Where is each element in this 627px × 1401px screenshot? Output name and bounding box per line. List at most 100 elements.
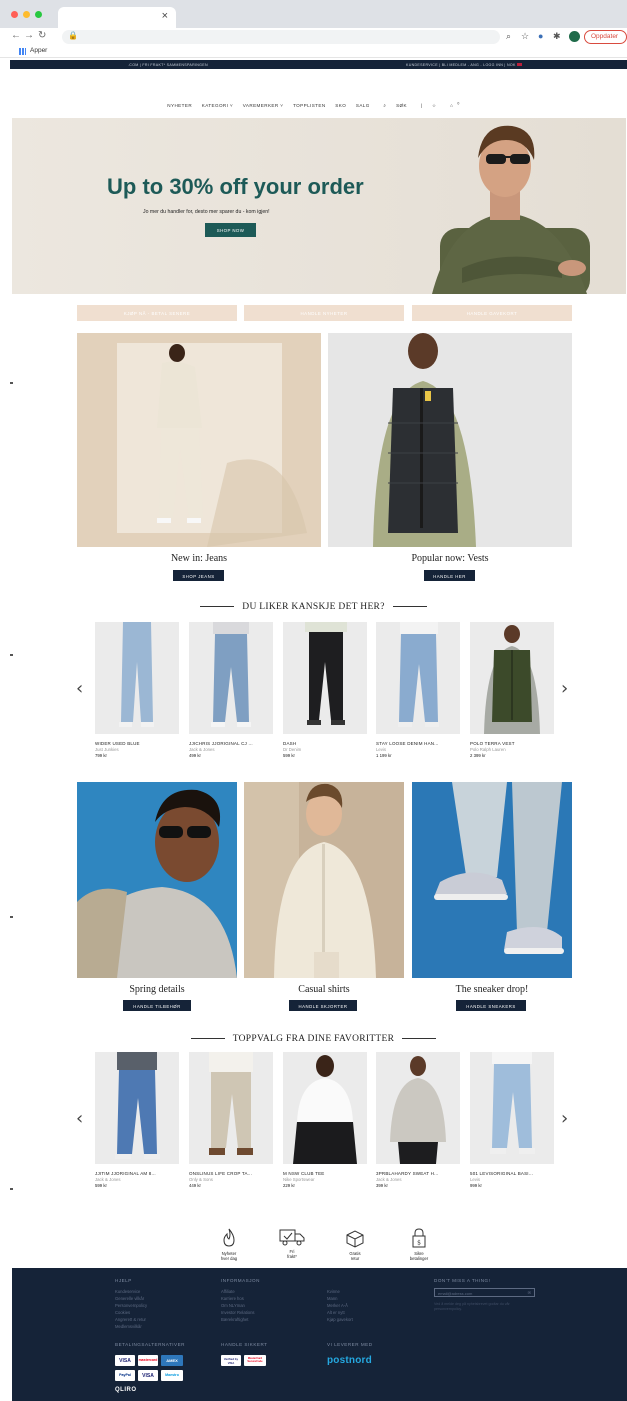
nav-news[interactable]: NYHETER: [167, 103, 192, 108]
puzzle-extensions-icon[interactable]: ✱: [553, 31, 561, 42]
shop-sneakers-button[interactable]: HANDLE SNEAKERS: [456, 1000, 526, 1011]
norway-flag-icon: [516, 62, 522, 67]
footer-link[interactable]: Angrerett & retur: [115, 1316, 147, 1323]
product-image: [95, 1052, 179, 1164]
footer-link[interactable]: Om NLYman: [221, 1302, 260, 1309]
nav-category[interactable]: KATEGORI ˅: [202, 103, 233, 108]
footer-link[interactable]: Kvinne: [327, 1288, 353, 1295]
nav-brands[interactable]: VAREMERKER ˅: [243, 103, 284, 108]
favorites-next-arrow-icon[interactable]: ›: [561, 1108, 568, 1129]
product-name: POLO TERRA VEST: [470, 741, 515, 746]
update-browser-button[interactable]: Oppdater: [584, 30, 627, 44]
hero-banner[interactable]: Up to 30% off your order Jo mer du handl…: [12, 118, 626, 294]
nav-sale[interactable]: SALG: [356, 103, 370, 108]
footer-link[interactable]: Kundeservice: [115, 1288, 147, 1295]
apps-grid-icon[interactable]: [19, 48, 26, 55]
newsletter-email-input[interactable]: email@adress.com ✉: [434, 1288, 535, 1297]
reload-icon[interactable]: ↻: [38, 30, 46, 41]
product-brand: Just Junkies: [95, 747, 119, 752]
recommend-product[interactable]: STAY LOOSE DENIM HAN... Levis 1 199 kr: [376, 622, 460, 758]
footer-link[interactable]: Karriere hos: [221, 1295, 260, 1302]
category-sneakers-image[interactable]: [412, 782, 572, 978]
recommend-title-text: DU LIKER KANSKJE DET HER?: [242, 602, 385, 612]
title-rule-right: [402, 1038, 437, 1040]
recommend-product[interactable]: WIDER USED BLUE Just Junkies 799 kr: [95, 622, 179, 758]
footer-link[interactable]: Cookies: [115, 1309, 147, 1316]
close-tab-icon[interactable]: ×: [162, 10, 168, 22]
pill-gift-card[interactable]: HANDLE GAVEKORT: [412, 305, 572, 321]
footer-help-column: HJELP Kundeservice Generelle vilkår Pers…: [115, 1278, 147, 1330]
account-links[interactable]: KUNDESERVICE | BLI MEDLEM - ANG - LOGG I…: [406, 63, 522, 67]
footer-link[interactable]: Personvernpolicy: [115, 1302, 147, 1309]
recommend-product[interactable]: JJICHRIS JJORIGINAL CJ ... Jack & Jones …: [189, 622, 273, 758]
minimize-window-icon[interactable]: [23, 11, 30, 18]
recommend-prev-arrow-icon[interactable]: ‹: [76, 678, 83, 699]
shop-accessories-button[interactable]: HANDLE TILBEHØR: [123, 1000, 191, 1011]
nav-search[interactable]: ⌕ SØK: [379, 103, 411, 108]
recommend-product[interactable]: DASH Dr Denim 599 kr: [283, 622, 367, 758]
feature-vests-image[interactable]: [328, 333, 572, 547]
product-brand: Levis: [470, 1177, 481, 1182]
flame-icon: [223, 1228, 235, 1247]
footer-link[interactable]: Bærekraftighet: [221, 1316, 260, 1323]
shop-now-button[interactable]: SHOP NOW: [205, 223, 256, 237]
favorite-product[interactable]: 3PRBLAHARDY SWEAT H... Jack & Jones 399 …: [376, 1052, 460, 1188]
footer-secure-title: HANDLE SIKKERT: [221, 1342, 267, 1352]
maestro-icon: Maestro: [161, 1370, 183, 1381]
shop-jeans-button[interactable]: SHOP JEANS: [173, 570, 224, 581]
category-accessories-image[interactable]: [77, 782, 237, 978]
zoom-icon[interactable]: ⌕: [506, 31, 511, 42]
category-shirts-image[interactable]: [244, 782, 404, 978]
favorites-title: TOPPVALG FRA DINE FAVORITTER: [0, 1034, 627, 1044]
pill-shop-news[interactable]: HANDLE NYHETER: [244, 305, 404, 321]
visa-electron-icon: VISA: [138, 1370, 158, 1381]
favorite-product[interactable]: 501 LEVISORIGINAL BASI... Levis 999 kr: [470, 1052, 554, 1188]
pill-pay-later[interactable]: KJØP NÅ - BETAL SENERE: [77, 305, 237, 321]
nav-toplist[interactable]: TOPPLISTEN: [293, 103, 326, 108]
email-placeholder: email@adress.com: [438, 1290, 473, 1296]
wishlist-star-icon[interactable]: ☆: [432, 103, 437, 108]
vest-model-image: [373, 333, 476, 547]
footer-link[interactable]: Mann: [327, 1295, 353, 1302]
usp-free-shipping: Fri frakt*: [270, 1228, 314, 1259]
usp-label: Sikre betalinger: [409, 1251, 429, 1261]
nav-shoes[interactable]: SKO: [335, 103, 346, 108]
maximize-window-icon[interactable]: [35, 11, 42, 18]
product-name: 3PRBLAHARDY SWEAT H...: [376, 1171, 439, 1176]
back-arrow-icon[interactable]: ←: [11, 30, 21, 41]
footer-link[interactable]: Kjøp gavekort: [327, 1316, 353, 1323]
mail-envelope-icon[interactable]: ✉: [528, 1290, 531, 1295]
footer-link[interactable]: Merker A-Å: [327, 1302, 353, 1309]
shirt-model-image: [244, 782, 376, 978]
favorites-prev-arrow-icon[interactable]: ‹: [76, 1108, 83, 1129]
forward-arrow-icon[interactable]: →: [24, 30, 34, 41]
footer-link[interactable]: Investor Relations: [221, 1309, 260, 1316]
browser-tab[interactable]: ×: [58, 7, 176, 28]
recommend-next-arrow-icon[interactable]: ›: [561, 678, 568, 699]
footer-link[interactable]: Medlemsvilkår: [115, 1323, 147, 1330]
product-price: 599 kr: [283, 753, 295, 758]
product-name: DASH: [283, 741, 297, 746]
shop-vests-button[interactable]: HANDLE HER: [424, 570, 475, 581]
footer-link[interactable]: Generelle vilkår: [115, 1295, 147, 1302]
close-window-icon[interactable]: [11, 11, 18, 18]
favorite-product[interactable]: JJITIM JJORIGINAL AM 8... Jack & Jones 5…: [95, 1052, 179, 1188]
favorite-product[interactable]: ONSLINUS LIFE CROP TA... Only & Sons 449…: [189, 1052, 273, 1188]
apps-bookmark[interactable]: Apper: [30, 47, 47, 54]
extension-icon[interactable]: ●: [538, 31, 543, 41]
cart-button[interactable]: ⌂ 0: [446, 101, 460, 108]
shop-shirts-button[interactable]: HANDLE SKJORTER: [289, 1000, 357, 1011]
hero-subtitle: Jo mer du handler for, desto mer sparer …: [143, 209, 270, 215]
product-name: WIDER USED BLUE: [95, 741, 140, 746]
address-bar[interactable]: 🔒: [62, 30, 500, 44]
bookmark-star-icon[interactable]: ☆: [521, 31, 529, 42]
product-image: [189, 1052, 273, 1164]
recommend-product[interactable]: POLO TERRA VEST Polo Ralph Lauren 2 399 …: [470, 622, 554, 758]
footer-link[interactable]: Affiliate: [221, 1288, 260, 1295]
browser-tab-strip: ×: [0, 0, 627, 28]
profile-avatar[interactable]: [569, 31, 580, 42]
footer-link[interactable]: Alt er nytt: [327, 1309, 353, 1316]
feature-jeans-image[interactable]: [77, 333, 321, 547]
side-marker: [10, 654, 13, 656]
favorite-product[interactable]: M NSW CLUB TEE Nike Sportswear 229 kr: [283, 1052, 367, 1188]
